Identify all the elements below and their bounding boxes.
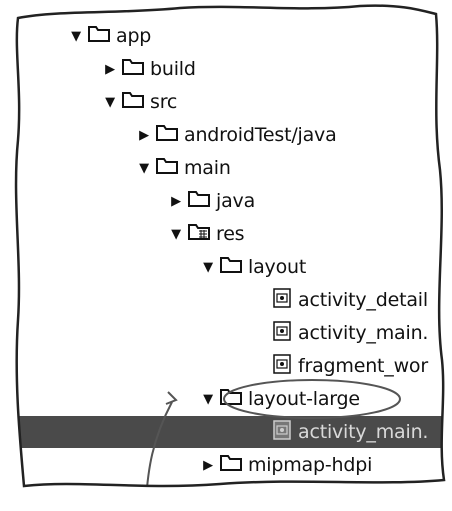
folder-icon	[220, 454, 242, 476]
tree-row-activity-main[interactable]: activity_main.	[0, 317, 452, 349]
folder-icon	[122, 91, 144, 113]
folder-icon	[188, 190, 210, 212]
folder-icon	[220, 256, 242, 278]
tree-label: androidTest/java	[184, 124, 337, 146]
expand-arrow-right-icon[interactable]: ▶	[98, 62, 122, 77]
folder-icon	[220, 388, 242, 410]
project-tree-panel: ▼ app ▶ build ▼ src ▶ androidTest/java ▼…	[0, 0, 452, 511]
tree-label: res	[216, 223, 245, 245]
tree-label: java	[216, 190, 256, 212]
tree-label: app	[116, 25, 152, 47]
expand-arrow-down-icon[interactable]: ▼	[98, 95, 122, 110]
tree-row-mipmap-hdpi[interactable]: ▶ mipmap-hdpi	[0, 449, 452, 481]
folder-icon	[88, 25, 110, 47]
tree-row-layout[interactable]: ▼ layout	[0, 251, 452, 283]
tree-row-src[interactable]: ▼ src	[0, 86, 452, 118]
folder-icon	[156, 157, 178, 179]
tree-row-java[interactable]: ▶ java	[0, 185, 452, 217]
expand-arrow-down-icon[interactable]: ▼	[132, 161, 156, 176]
tree-label: activity_main.	[298, 421, 429, 443]
tree-row-build[interactable]: ▶ build	[0, 53, 452, 85]
layout-file-icon	[272, 320, 292, 346]
tree-row-app[interactable]: ▼ app	[0, 20, 452, 52]
folder-icon	[156, 124, 178, 146]
tree-row-activity-detail[interactable]: activity_detail	[0, 284, 452, 316]
tree-label: fragment_wor	[298, 355, 428, 377]
tree-label: activity_main.	[298, 322, 429, 344]
layout-file-icon	[272, 419, 292, 445]
expand-arrow-down-icon[interactable]: ▼	[196, 392, 220, 407]
expand-arrow-down-icon[interactable]: ▼	[196, 260, 220, 275]
tree-label: layout	[248, 256, 307, 278]
folder-icon	[122, 58, 144, 80]
expand-arrow-right-icon[interactable]: ▶	[132, 128, 156, 143]
tree-label: activity_detail	[298, 289, 428, 311]
tree-label: build	[150, 58, 196, 80]
tree-label: layout-large	[248, 388, 360, 410]
expand-arrow-down-icon[interactable]: ▼	[164, 227, 188, 242]
tree-row-res[interactable]: ▼ res	[0, 218, 452, 250]
tree-label: main	[184, 157, 231, 179]
tree-label: src	[150, 91, 178, 113]
expand-arrow-right-icon[interactable]: ▶	[196, 458, 220, 473]
tree-row-androidtest[interactable]: ▶ androidTest/java	[0, 119, 452, 151]
tree-row-activity-main-large[interactable]: activity_main.	[0, 416, 452, 448]
tree-row-layout-large[interactable]: ▼ layout-large	[0, 383, 452, 415]
expand-arrow-right-icon[interactable]: ▶	[164, 194, 188, 209]
tree-row-main[interactable]: ▼ main	[0, 152, 452, 184]
layout-file-icon	[272, 287, 292, 313]
expand-arrow-down-icon[interactable]: ▼	[64, 29, 88, 44]
resource-folder-icon	[188, 223, 210, 245]
tree-row-fragment-workout[interactable]: fragment_wor	[0, 350, 452, 382]
tree-label: mipmap-hdpi	[248, 454, 373, 476]
layout-file-icon	[272, 353, 292, 379]
